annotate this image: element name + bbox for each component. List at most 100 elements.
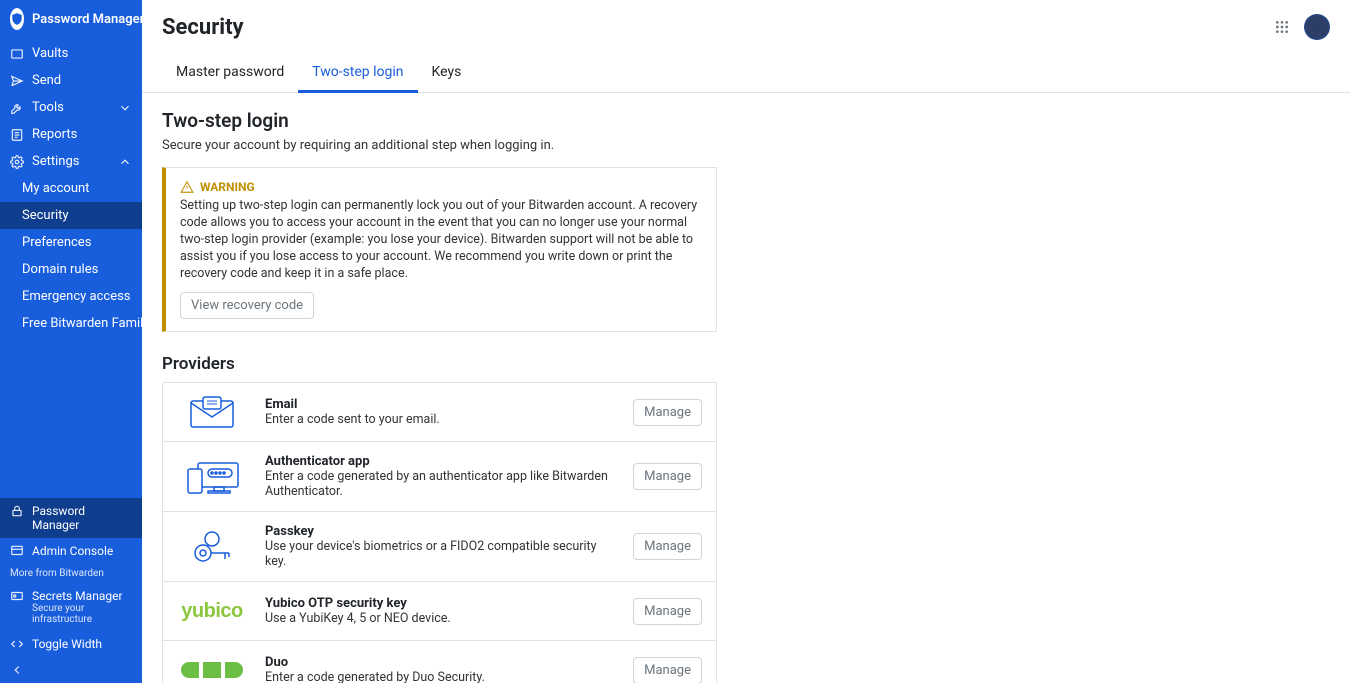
provider-desc: Enter a code generated by an authenticat… [265, 469, 615, 499]
tabs: Master password Two-step login Keys [142, 54, 1350, 93]
tab-two-step-login[interactable]: Two-step login [298, 54, 417, 93]
providers-list: Email Enter a code sent to your email. M… [162, 382, 717, 683]
view-recovery-code-button[interactable]: View recovery code [180, 292, 314, 319]
authenticator-icon [177, 460, 247, 494]
sidebar-item-label: Settings [32, 154, 79, 169]
manage-authenticator-button[interactable]: Manage [633, 463, 702, 490]
tools-icon [10, 101, 24, 115]
chevron-up-icon [118, 155, 132, 169]
product-label: Secrets Manager Secure your infrastructu… [32, 589, 132, 625]
main: Security Master password Two-step login … [142, 0, 1350, 683]
sidebar-item-label: Domain rules [22, 262, 98, 277]
toggle-width-label: Toggle Width [32, 637, 102, 651]
sidebar: Password Manager Vaults Send Tools Repor… [0, 0, 142, 683]
tab-label: Two-step login [312, 64, 403, 80]
two-step-title: Two-step login [162, 109, 1330, 132]
warning-icon [180, 180, 194, 194]
sidebar-item-label: Security [22, 208, 69, 223]
sidebar-item-tools[interactable]: Tools [0, 94, 142, 121]
passkey-icon [177, 530, 247, 564]
sidebar-item-settings[interactable]: Settings [0, 148, 142, 175]
chevron-left-icon [10, 663, 132, 677]
provider-row-passkey: Passkey Use your device's biometrics or … [163, 512, 716, 582]
product-label: Admin Console [32, 544, 113, 558]
provider-row-duo: Duo Enter a code generated by Duo Securi… [163, 641, 716, 683]
duo-logo-icon [177, 653, 247, 683]
sidebar-item-reports[interactable]: Reports [0, 121, 142, 148]
provider-row-authenticator: Authenticator app Enter a code generated… [163, 442, 716, 512]
warning-text: Setting up two-step login can permanentl… [180, 198, 702, 282]
manage-passkey-button[interactable]: Manage [633, 533, 702, 560]
brand-logo-icon [10, 8, 24, 30]
provider-desc: Enter a code sent to your email. [265, 412, 615, 427]
toggle-width-icon [10, 637, 24, 651]
tab-master-password[interactable]: Master password [162, 54, 298, 93]
settings-subnav: My account Security Preferences Domain r… [0, 175, 142, 337]
provider-name: Email [265, 397, 615, 412]
brand-title: Password Manager [32, 12, 144, 27]
secrets-icon [10, 589, 24, 603]
chevron-down-icon [118, 101, 132, 115]
provider-desc: Use a YubiKey 4, 5 or NEO device. [265, 611, 615, 626]
sidebar-bottom: Password Manager Admin Console More from… [0, 498, 142, 683]
providers-title: Providers [162, 354, 1330, 374]
lock-icon [10, 504, 24, 518]
warning-callout: WARNING Setting up two-step login can pe… [162, 167, 717, 332]
send-icon [10, 74, 24, 88]
provider-desc: Enter a code generated by Duo Security. [265, 670, 615, 683]
toggle-width-button[interactable]: Toggle Width [0, 631, 142, 657]
sidebar-item-label: Tools [32, 100, 64, 115]
more-from-bitwarden-label: More from Bitwarden [0, 564, 142, 583]
sidebar-item-label: Free Bitwarden Famil... [22, 316, 142, 331]
tab-label: Keys [432, 64, 462, 80]
primary-nav: Vaults Send Tools Reports Settings [0, 40, 142, 175]
sidebar-item-label: Vaults [32, 46, 68, 61]
two-step-desc: Secure your account by requiring an addi… [162, 138, 1330, 153]
manage-duo-button[interactable]: Manage [633, 657, 702, 683]
product-label-text: Secrets Manager [32, 589, 123, 603]
sidebar-item-label: My account [22, 181, 89, 196]
content: Two-step login Secure your account by re… [142, 93, 1350, 683]
sidebar-item-send[interactable]: Send [0, 67, 142, 94]
sidebar-item-label: Preferences [22, 235, 91, 250]
reports-icon [10, 128, 24, 142]
sidebar-item-free-families[interactable]: Free Bitwarden Famil... [0, 310, 142, 337]
sidebar-item-domain-rules[interactable]: Domain rules [0, 256, 142, 283]
sidebar-item-label: Emergency access [22, 289, 131, 304]
provider-name: Duo [265, 655, 615, 670]
admin-icon [10, 544, 24, 558]
account-avatar[interactable] [1304, 14, 1330, 40]
vault-icon [10, 47, 24, 61]
provider-name: Passkey [265, 524, 615, 539]
warning-title: WARNING [200, 180, 255, 194]
brand[interactable]: Password Manager [0, 0, 142, 40]
header: Security [142, 0, 1350, 40]
manage-email-button[interactable]: Manage [633, 399, 702, 426]
collapse-sidebar-button[interactable] [0, 657, 142, 683]
tab-keys[interactable]: Keys [418, 54, 476, 93]
yubico-logo-icon: yubico [177, 594, 247, 628]
email-icon [177, 395, 247, 429]
sidebar-item-label: Send [32, 73, 61, 88]
provider-row-email: Email Enter a code sent to your email. M… [163, 383, 716, 442]
apps-grid-icon[interactable] [1274, 19, 1290, 35]
provider-row-yubico: yubico Yubico OTP security key Use a Yub… [163, 582, 716, 641]
provider-name: Yubico OTP security key [265, 596, 615, 611]
settings-icon [10, 155, 24, 169]
product-label: Password Manager [32, 504, 132, 532]
sidebar-item-preferences[interactable]: Preferences [0, 229, 142, 256]
sidebar-item-vaults[interactable]: Vaults [0, 40, 142, 67]
sidebar-item-label: Reports [32, 127, 77, 142]
product-admin-console[interactable]: Admin Console [0, 538, 142, 564]
manage-yubico-button[interactable]: Manage [633, 598, 702, 625]
product-password-manager[interactable]: Password Manager [0, 498, 142, 538]
provider-name: Authenticator app [265, 454, 615, 469]
sidebar-item-security[interactable]: Security [0, 202, 142, 229]
product-secrets-manager[interactable]: Secrets Manager Secure your infrastructu… [0, 583, 142, 631]
page-title: Security [162, 15, 244, 40]
sidebar-item-my-account[interactable]: My account [0, 175, 142, 202]
product-sub-label: Secure your infrastructure [32, 603, 132, 625]
sidebar-item-emergency-access[interactable]: Emergency access [0, 283, 142, 310]
tab-label: Master password [176, 64, 284, 80]
provider-desc: Use your device's biometrics or a FIDO2 … [265, 539, 615, 569]
